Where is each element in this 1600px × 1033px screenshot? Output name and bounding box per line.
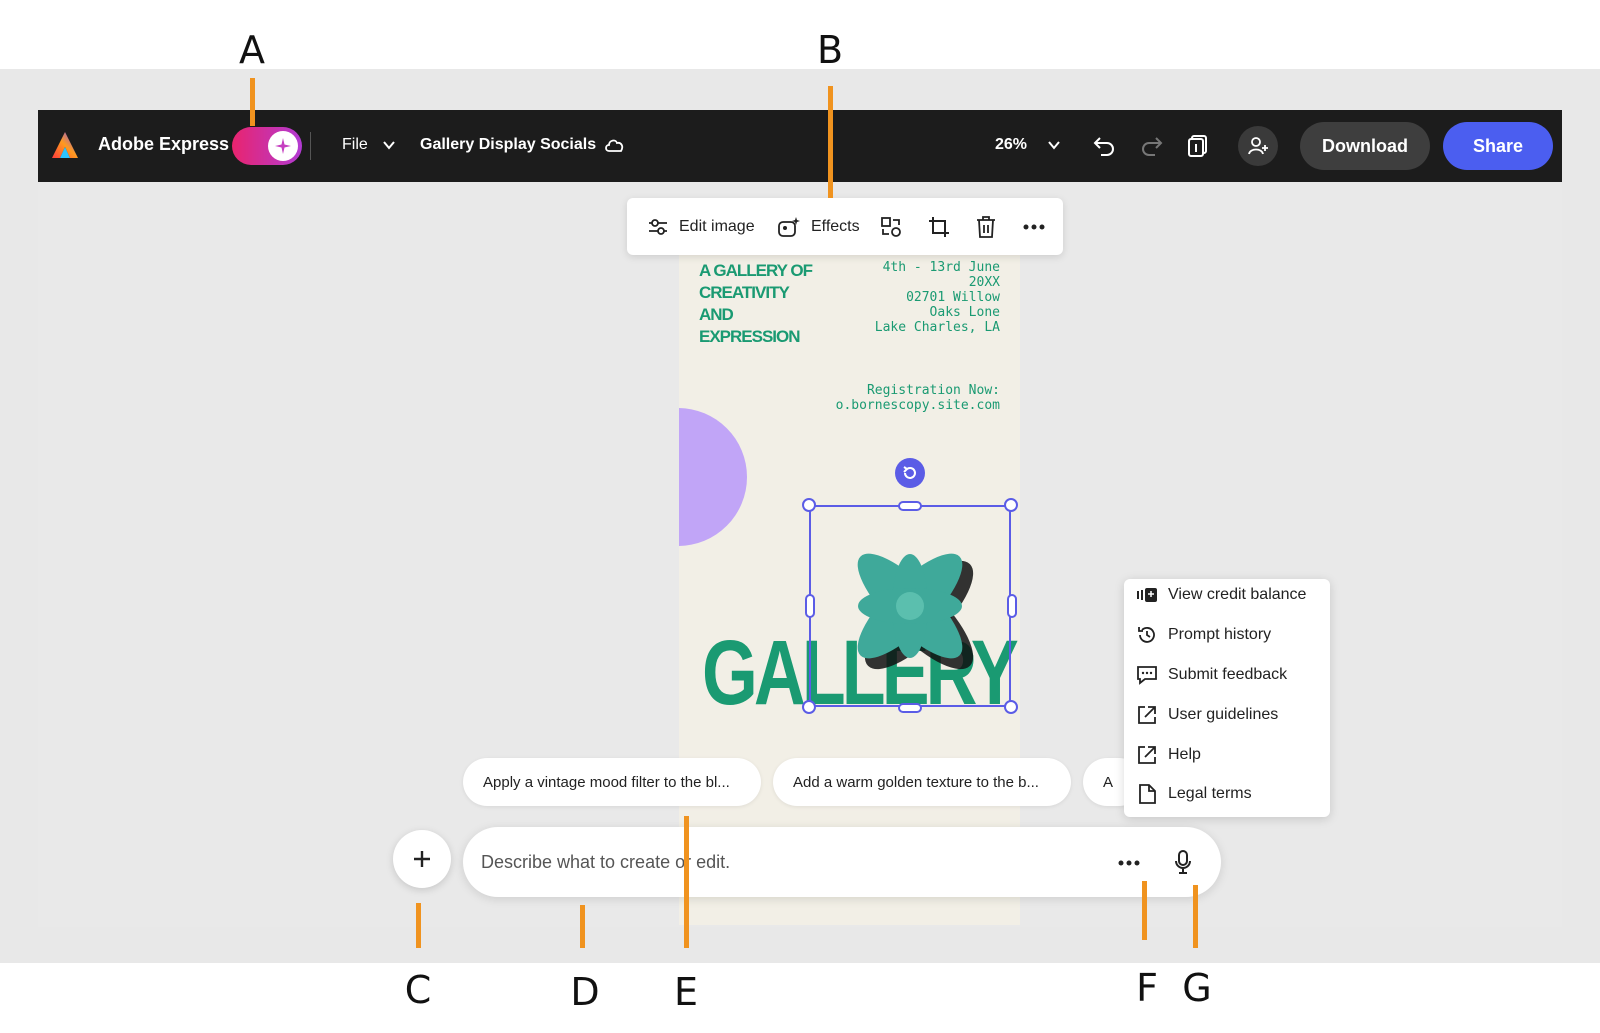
menu-item-label: View credit balance [1168,586,1307,603]
menu-item-help[interactable]: Help [1136,742,1201,768]
share-button[interactable]: Share [1443,122,1553,170]
history-icon [1138,627,1155,643]
resize-handle-bottom-right[interactable] [1004,700,1018,714]
more-options-icon[interactable] [1115,849,1143,877]
menu-item-label: User guidelines [1168,706,1279,723]
resize-handle-top[interactable] [898,501,922,511]
suggestion-chip[interactable]: Add a warm golden texture to the b... [773,758,1071,806]
invite-user-icon[interactable] [1238,126,1278,166]
rotate-icon[interactable] [895,458,925,488]
image-context-toolbar: Edit image Effects [627,198,1063,255]
menu-item-label: Prompt history [1168,626,1272,643]
external-link-icon [1138,746,1156,764]
feedback-icon [1137,666,1157,685]
menu-item-label: Submit feedback [1168,666,1288,683]
zoom-level[interactable]: 26% [995,136,1027,154]
microphone-icon[interactable] [1168,847,1198,877]
sparkle-icon [268,131,298,161]
callout-f-line [1142,881,1147,940]
plus-icon [414,851,430,867]
poster-tagline[interactable]: A GALLERY OF CREATIVITY AND EXPRESSION [699,260,819,348]
chevron-down-icon[interactable] [382,138,396,152]
callout-g: G [1182,966,1212,1010]
credits-icon [1137,588,1157,602]
callout-b: B [816,28,844,72]
menu-item-label: Legal terms [1168,785,1252,802]
menu-item-legal-terms[interactable]: Legal terms [1136,781,1252,807]
poster-purple-circle[interactable] [679,408,747,546]
more-options-icon[interactable] [1023,212,1055,242]
resize-handle-bottom[interactable] [898,703,922,713]
prompt-options-menu: View credit balance Prompt history Submi… [1124,579,1330,817]
app-name: Adobe Express [98,134,230,154]
resize-handle-right[interactable] [1007,594,1017,618]
edit-image-button[interactable]: Edit image [647,212,755,242]
callout-b-line [828,86,833,198]
chevron-down-icon[interactable] [1047,138,1061,152]
callout-a-line [250,78,255,126]
prompt-input[interactable] [481,847,1061,877]
resize-handle-top-right[interactable] [1004,498,1018,512]
resize-handle-bottom-left[interactable] [802,700,816,714]
document-title[interactable]: Gallery Display Socials [420,136,596,154]
external-link-icon [1138,706,1156,724]
app-window: Adobe Express File Gallery Display Socia… [38,110,1562,927]
poster-event-details[interactable]: 4th - 13rd June 20XX 02701 Willow Oaks L… [875,260,1000,335]
add-button[interactable] [393,830,451,888]
suggestion-chip[interactable]: Apply a vintage mood filter to the bl... [463,758,761,806]
callout-d: D [570,970,600,1014]
menu-item-prompt-history[interactable]: Prompt history [1136,622,1271,648]
edit-image-label: Edit image [679,218,755,235]
callout-f: F [1136,966,1158,1010]
document-icon [1139,784,1156,804]
poster-registration[interactable]: Registration Now: o.bornescopy.site.com [836,383,1000,413]
menu-item-user-guidelines[interactable]: User guidelines [1136,702,1278,728]
resize-handle-left[interactable] [805,594,815,618]
callout-e-line [684,816,689,948]
adobe-express-logo-icon [52,132,78,158]
redo-icon[interactable] [1138,132,1166,160]
callout-c-line [416,903,421,948]
download-button[interactable]: Download [1300,122,1430,170]
callout-a: A [239,28,265,72]
undo-icon[interactable] [1090,132,1118,160]
top-bar: Adobe Express File Gallery Display Socia… [38,110,1562,182]
cloud-sync-icon [605,139,624,152]
selection-box [809,505,1011,707]
toolbar-divider [310,132,311,160]
crop-icon[interactable] [927,212,961,242]
menu-item-submit-feedback[interactable]: Submit feedback [1136,662,1287,688]
file-menu[interactable]: File [342,136,368,154]
replace-image-icon[interactable] [879,212,913,242]
callout-e: E [673,970,698,1014]
prompt-bar [463,827,1221,897]
callout-c: C [404,968,432,1012]
callout-d-line [580,905,585,948]
sliders-icon [649,219,667,235]
callout-g-line [1193,885,1198,948]
effects-label: Effects [811,218,860,235]
menu-item-label: Help [1168,746,1201,763]
resize-handle-top-left[interactable] [802,498,816,512]
pages-icon[interactable] [1184,132,1212,160]
effects-icon [778,217,800,237]
delete-icon[interactable] [975,212,1007,242]
ai-assistant-toggle[interactable] [232,127,302,165]
menu-item-view-credit-balance[interactable]: View credit balance [1136,582,1306,608]
effects-button[interactable]: Effects [777,212,860,242]
